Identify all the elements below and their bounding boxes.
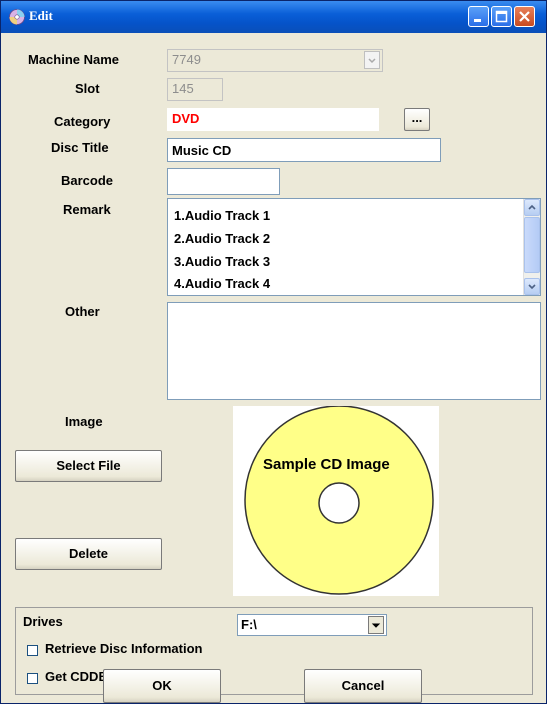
disc-title-input[interactable]: Music CD xyxy=(167,138,441,162)
remark-item[interactable]: 2.Audio Track 2 xyxy=(174,231,270,246)
category-label: Category xyxy=(54,114,111,129)
window-title: Edit xyxy=(29,8,53,23)
machine-name-value: 7749 xyxy=(172,52,201,67)
browse-button-label: ... xyxy=(411,110,423,125)
minimize-button[interactable] xyxy=(468,6,489,27)
machine-name-label: Machine Name xyxy=(28,52,120,67)
drive-dropdown-button[interactable] xyxy=(368,616,384,634)
scroll-thumb[interactable] xyxy=(524,217,540,273)
barcode-label: Barcode xyxy=(61,173,114,188)
scroll-down-icon xyxy=(528,284,536,290)
ok-button[interactable]: OK xyxy=(103,669,221,703)
ok-label: OK xyxy=(152,678,172,693)
remark-list[interactable]: 1.Audio Track 1 2.Audio Track 2 3.Audio … xyxy=(167,198,541,296)
maximize-button[interactable] xyxy=(491,6,512,27)
edit-dialog: Edit Machine Name 7749 Slot 145 Category… xyxy=(0,0,547,704)
title-bar[interactable]: Edit xyxy=(1,1,546,33)
retrieve-disc-info-label[interactable]: Retrieve Disc Information xyxy=(45,641,203,656)
drive-value: F:\ xyxy=(241,617,257,632)
remark-scrollbar[interactable] xyxy=(523,199,540,295)
cd-image-preview: Sample CD Image xyxy=(233,406,439,596)
cd-image-caption: Sample CD Image xyxy=(263,456,390,473)
maximize-icon xyxy=(495,10,508,23)
drives-label: Drives xyxy=(23,614,63,629)
slot-label: Slot xyxy=(75,81,100,96)
close-icon xyxy=(519,11,530,22)
category-browse-button[interactable]: ... xyxy=(404,108,430,131)
machine-name-dropdown-button[interactable] xyxy=(364,51,380,69)
machine-name-combo[interactable]: 7749 xyxy=(167,49,383,72)
category-value: DVD xyxy=(172,111,200,126)
other-label: Other xyxy=(65,304,100,319)
cancel-label: Cancel xyxy=(341,678,385,693)
barcode-input[interactable] xyxy=(167,168,280,195)
get-cddb-label[interactable]: Get CDDB xyxy=(45,669,108,684)
cd-disc-image xyxy=(244,406,434,595)
delete-label: Delete xyxy=(68,546,109,561)
select-file-button[interactable]: Select File xyxy=(15,450,162,482)
dropdown-arrow-icon xyxy=(368,58,376,64)
image-label: Image xyxy=(65,414,103,429)
retrieve-disc-info-checkbox[interactable] xyxy=(27,645,38,656)
cd-icon xyxy=(9,9,25,25)
dropdown-arrow-icon xyxy=(371,623,381,628)
remark-item[interactable]: 3.Audio Track 3 xyxy=(174,254,270,269)
drive-select[interactable]: F:\ xyxy=(237,614,387,636)
scroll-up-button[interactable] xyxy=(524,199,540,216)
scroll-up-icon xyxy=(528,204,536,210)
remark-item[interactable]: 1.Audio Track 1 xyxy=(174,208,270,223)
slot-field[interactable]: 145 xyxy=(167,78,223,101)
close-button[interactable] xyxy=(514,6,535,27)
cancel-button[interactable]: Cancel xyxy=(304,669,422,703)
other-textarea[interactable] xyxy=(167,302,541,400)
minimize-icon xyxy=(474,19,481,22)
disc-title-value: Music CD xyxy=(172,143,232,158)
category-field[interactable]: DVD xyxy=(167,108,379,131)
disc-title-label: Disc Title xyxy=(51,140,109,155)
slot-value: 145 xyxy=(172,81,194,96)
get-cddb-checkbox[interactable] xyxy=(27,673,38,684)
select-file-label: Select File xyxy=(56,458,121,473)
remark-label: Remark xyxy=(63,202,111,217)
delete-button[interactable]: Delete xyxy=(15,538,162,570)
scroll-down-button[interactable] xyxy=(524,278,540,295)
remark-item[interactable]: 4.Audio Track 4 xyxy=(174,276,270,291)
